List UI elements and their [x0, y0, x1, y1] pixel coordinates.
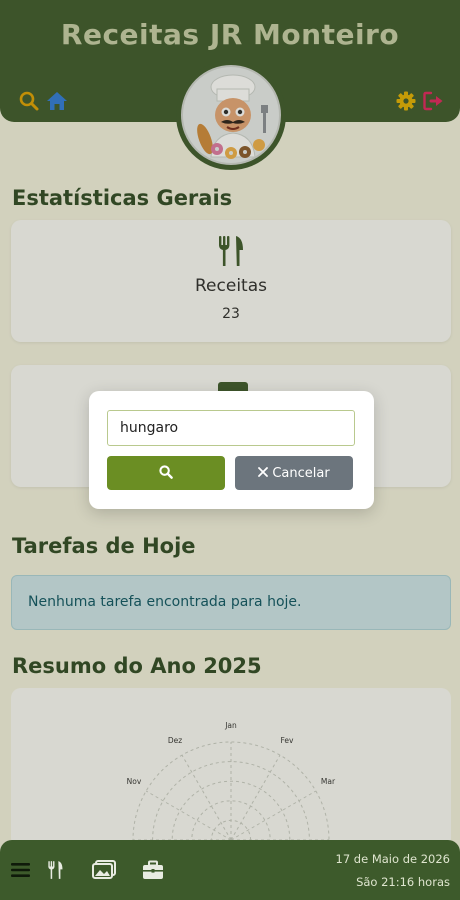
close-icon	[258, 466, 269, 481]
app-root: Receitas JR Monteiro Estatísticas Gerais…	[0, 0, 460, 900]
search-modal: Cancelar	[89, 391, 374, 509]
search-icon	[159, 464, 173, 482]
search-input[interactable]	[107, 410, 355, 446]
cancel-button[interactable]: Cancelar	[235, 456, 353, 490]
bottom-nav: 17 de Maio de 2026 São 21:16 horas	[0, 840, 460, 900]
menu-icon[interactable]	[11, 860, 30, 880]
current-date: 17 de Maio de 2026	[335, 852, 450, 866]
cancel-label: Cancelar	[272, 465, 330, 481]
utensils-icon[interactable]	[46, 860, 66, 880]
briefcase-icon[interactable]	[142, 860, 164, 880]
search-submit-button[interactable]	[107, 456, 225, 490]
images-icon[interactable]	[92, 860, 116, 880]
current-time: São 21:16 horas	[356, 875, 450, 889]
